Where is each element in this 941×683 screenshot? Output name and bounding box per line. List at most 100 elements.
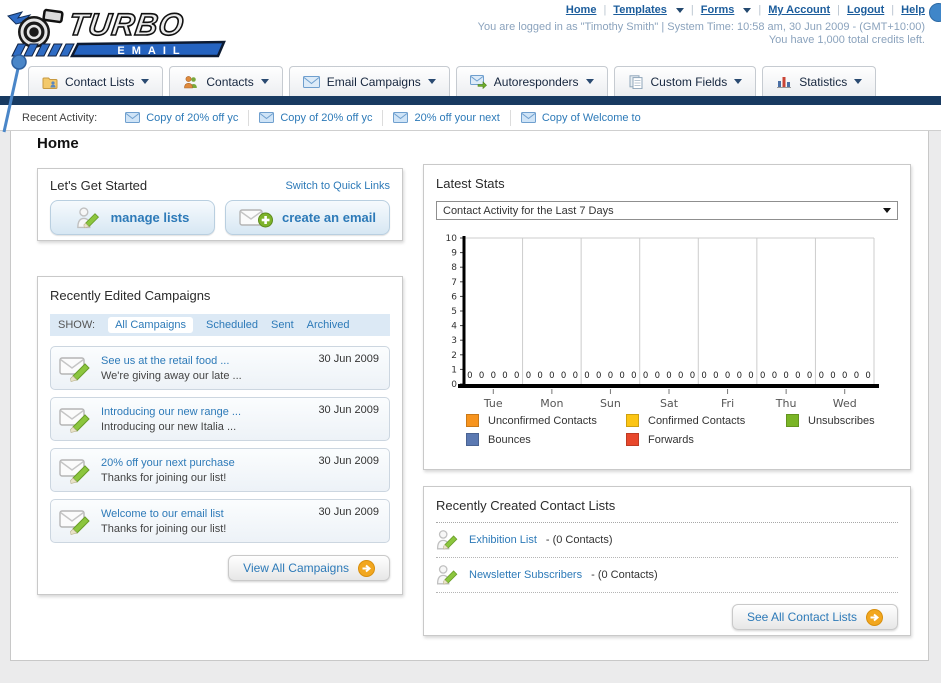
tab-email-campaigns[interactable]: Email Campaigns: [288, 66, 450, 96]
svg-text:0: 0: [737, 371, 742, 381]
legend-label: Forwards: [648, 433, 694, 446]
legend-label: Unconfirmed Contacts: [488, 414, 597, 427]
svg-text:0: 0: [772, 371, 777, 381]
contact-list-link[interactable]: Exhibition List: [469, 534, 537, 546]
campaign-subtitle: We're giving away our late ...: [101, 370, 242, 382]
svg-text:0: 0: [842, 371, 847, 381]
campaign-date: 30 Jun 2009: [318, 353, 379, 365]
tab-label: Email Campaigns: [326, 74, 421, 89]
person-pencil-icon: [436, 565, 458, 585]
top-nav-forms[interactable]: Forms: [701, 4, 735, 16]
top-nav-home[interactable]: Home: [566, 4, 597, 16]
separator: [837, 4, 840, 16]
svg-text:0: 0: [760, 371, 765, 381]
svg-text:0: 0: [690, 371, 695, 381]
separator: [758, 4, 761, 16]
svg-text:Tue: Tue: [483, 397, 503, 410]
svg-text:0: 0: [655, 371, 660, 381]
legend-label: Confirmed Contacts: [648, 414, 746, 427]
filter-archived[interactable]: Archived: [307, 319, 350, 331]
campaign-row[interactable]: 20% off your next purchase Thanks for jo…: [50, 448, 390, 492]
tab-contact-lists[interactable]: Contact Lists: [28, 66, 164, 96]
recent-activity-link[interactable]: Copy of 20% off yc: [146, 112, 238, 124]
recent-activity-item[interactable]: Copy of Welcome to: [511, 110, 651, 126]
envelope-pencil-icon: [59, 459, 90, 484]
svg-text:0: 0: [479, 371, 484, 381]
envelope-icon: [393, 112, 409, 123]
create-email-button[interactable]: create an email: [225, 200, 390, 235]
tab-statistics[interactable]: Statistics: [762, 66, 877, 96]
top-nav-help[interactable]: Help: [901, 4, 925, 16]
contact-list-link[interactable]: Newsletter Subscribers: [469, 569, 582, 581]
top-nav-logout[interactable]: Logout: [847, 4, 884, 16]
contact-list-row[interactable]: Exhibition List - (0 Contacts): [436, 523, 898, 558]
recent-activity-item[interactable]: Copy of 20% off yc: [249, 109, 384, 126]
tab-contacts[interactable]: Contacts: [169, 66, 283, 96]
app-logo: TURBO EMAIL: [6, 2, 246, 60]
see-all-contact-lists-button[interactable]: See All Contact Lists: [731, 604, 898, 630]
recent-activity-bar: Recent Activity: Copy of 20% off yc Copy…: [0, 105, 941, 131]
filter-scheduled[interactable]: Scheduled: [206, 319, 258, 331]
contact-list-count: - (0 Contacts): [591, 569, 658, 581]
svg-text:0: 0: [619, 371, 624, 381]
chart-legend: Unconfirmed Contacts Confirmed Contacts Un…: [466, 414, 898, 446]
filter-sent[interactable]: Sent: [271, 319, 294, 331]
svg-text:Fri: Fri: [721, 397, 734, 410]
filter-all-campaigns[interactable]: All Campaigns: [108, 317, 193, 333]
campaign-row[interactable]: Introducing our new range ... Introducin…: [50, 397, 390, 441]
campaigns-filter-bar: SHOW: All Campaigns Scheduled Sent Archi…: [50, 314, 390, 336]
svg-text:0: 0: [451, 380, 457, 390]
contacts-icon: [184, 75, 198, 88]
svg-text:0: 0: [631, 371, 636, 381]
switch-quick-links[interactable]: Switch to Quick Links: [285, 180, 390, 192]
stats-period-select[interactable]: Contact Activity for the Last 7 Days: [436, 201, 898, 220]
top-nav-templates[interactable]: Templates: [613, 4, 667, 16]
view-all-campaigns-button[interactable]: View All Campaigns: [228, 555, 390, 581]
svg-text:0: 0: [561, 371, 566, 381]
legend-label: Bounces: [488, 433, 531, 446]
campaign-row[interactable]: See us at the retail food ... We're givi…: [50, 346, 390, 390]
tab-autoresponders[interactable]: Autoresponders: [455, 66, 608, 96]
recent-activity-item[interactable]: 20% off your next: [383, 109, 511, 126]
chevron-down-icon: [260, 79, 269, 84]
campaign-title-link[interactable]: Introducing our new range ...: [101, 406, 241, 418]
legend-swatch: [786, 414, 799, 427]
campaign-title-link[interactable]: See us at the retail food ...: [101, 355, 229, 367]
top-nav-my-account[interactable]: My Account: [768, 4, 830, 16]
svg-text:Mon: Mon: [540, 397, 563, 410]
recent-activity-link[interactable]: 20% off your next: [414, 112, 499, 124]
recent-activity-link[interactable]: Copy of 20% off yc: [280, 112, 372, 124]
contact-list-row[interactable]: Newsletter Subscribers - (0 Contacts): [436, 558, 898, 593]
legend-item: Unsubscribes: [786, 414, 922, 427]
svg-text:0: 0: [819, 371, 824, 381]
contact-lists-title: Recently Created Contact Lists: [436, 498, 616, 513]
recent-activity-item[interactable]: Copy of 20% off yc: [115, 109, 250, 126]
svg-text:10: 10: [446, 234, 458, 244]
header-divider-bar: [0, 96, 941, 105]
envelope-icon: [125, 112, 141, 123]
chevron-down-icon: [141, 79, 150, 84]
person-pencil-icon: [76, 206, 99, 228]
recent-activity-link[interactable]: Copy of Welcome to: [542, 112, 641, 124]
manage-lists-button[interactable]: manage lists: [50, 200, 215, 235]
tab-label: Custom Fields: [650, 74, 728, 89]
svg-text:Sun: Sun: [600, 397, 621, 410]
tab-custom-fields[interactable]: Custom Fields: [613, 66, 757, 96]
page-title: Home: [37, 135, 79, 152]
campaign-title-link[interactable]: Welcome to our email list: [101, 508, 224, 520]
svg-text:9: 9: [451, 249, 457, 259]
tab-label: Contact Lists: [65, 74, 135, 89]
custom-fields-icon: [629, 74, 643, 89]
person-pencil-icon: [436, 530, 458, 550]
latest-stats-title: Latest Stats: [436, 176, 505, 191]
svg-text:0: 0: [807, 371, 812, 381]
filter-label: SHOW:: [58, 319, 96, 331]
envelope-pencil-icon: [59, 408, 90, 433]
campaign-title-link[interactable]: 20% off your next purchase: [101, 457, 235, 469]
svg-text:0: 0: [537, 371, 542, 381]
chevron-down-icon: [427, 79, 436, 84]
campaign-row[interactable]: Welcome to our email list Thanks for joi…: [50, 499, 390, 543]
svg-text:7: 7: [451, 278, 457, 288]
view-all-campaigns-label: View All Campaigns: [243, 561, 349, 575]
svg-text:0: 0: [643, 371, 648, 381]
